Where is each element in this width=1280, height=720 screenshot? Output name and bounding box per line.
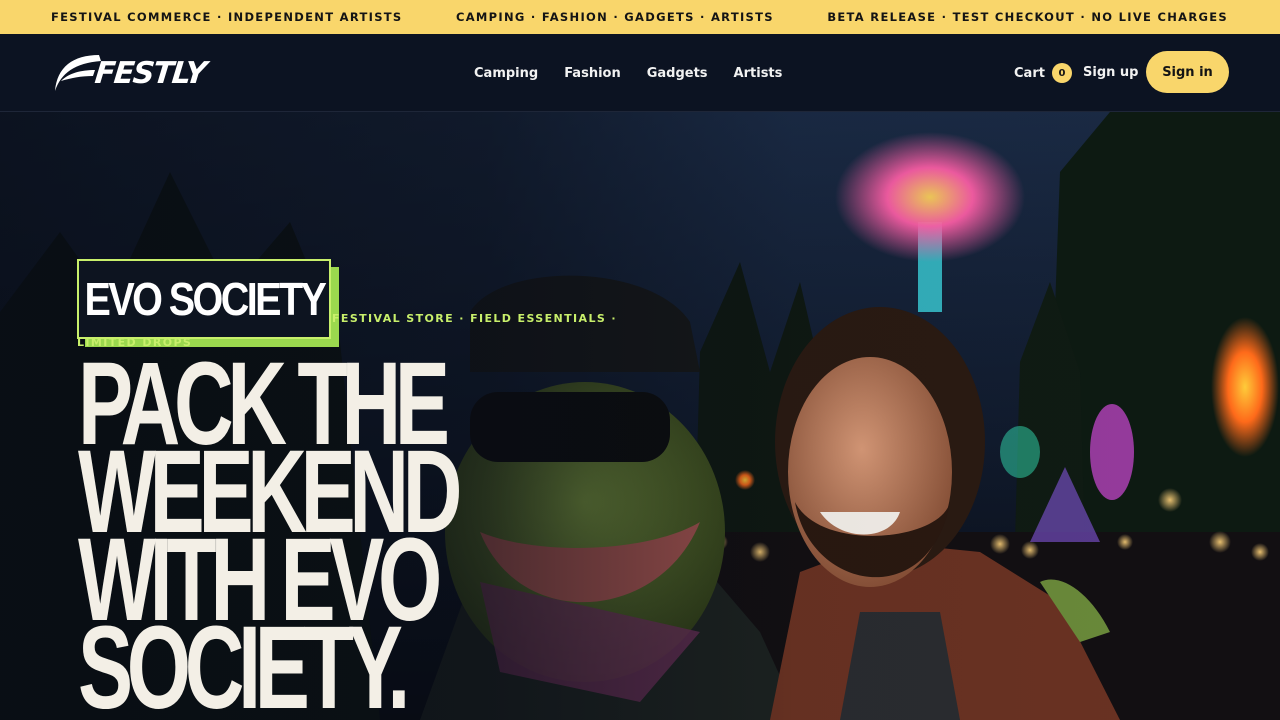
cart-label: Cart <box>1014 65 1045 81</box>
festly-logo[interactable]: FESTLY <box>51 51 207 95</box>
logo-wordmark: FESTLY <box>93 55 208 91</box>
signin-button[interactable]: Sign in <box>1146 51 1229 93</box>
hero-headline: PACK THE WEEKEND WITH EVO SOCIETY. <box>78 338 462 720</box>
hero-section: EVO SOCIETY FESTIVAL STORE · FIELD ESSEN… <box>0 112 1280 720</box>
ticker-right: BETA RELEASE · TEST CHECKOUT · NO LIVE C… <box>827 10 1228 24</box>
nav-link-gadgets[interactable]: Gadgets <box>647 66 708 81</box>
nav-link-fashion[interactable]: Fashion <box>564 66 621 81</box>
ticker-left: FESTIVAL COMMERCE · INDEPENDENT ARTISTS <box>51 10 403 24</box>
ticker-center: CAMPING · FASHION · GADGETS · ARTISTS <box>455 10 774 24</box>
main-menu: Camping Fashion Gadgets Artists <box>474 34 782 112</box>
cart-count-badge: 0 <box>1051 63 1072 83</box>
nav-link-camping[interactable]: Camping <box>474 66 538 81</box>
signup-link[interactable]: Sign up <box>1083 65 1138 80</box>
top-navigation: FESTLY Camping Fashion Gadgets Artists C… <box>0 34 1280 112</box>
cart-button[interactable]: Cart 0 <box>1014 34 1072 112</box>
announcement-bar: FESTIVAL COMMERCE · INDEPENDENT ARTISTS … <box>0 0 1280 34</box>
nav-link-artists[interactable]: Artists <box>734 66 783 81</box>
